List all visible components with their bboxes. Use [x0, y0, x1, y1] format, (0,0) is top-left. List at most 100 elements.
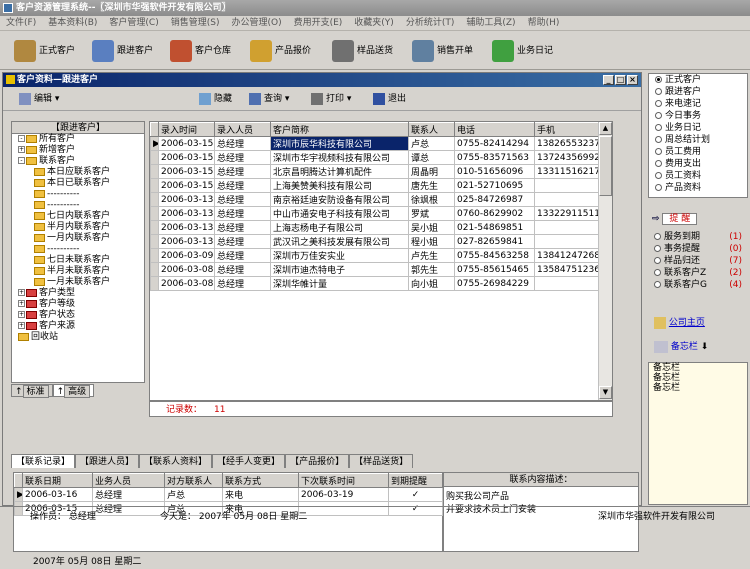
menu-item-8[interactable]: 辅助工具(Z) — [460, 16, 521, 31]
expand-icon[interactable]: + — [18, 322, 25, 329]
table-cell[interactable]: 2006-03-19 — [298, 487, 389, 502]
table-cell[interactable]: 13322911511 — [534, 206, 601, 221]
table-cell[interactable]: 吴小姐 — [408, 220, 455, 235]
tree-node[interactable]: ---------- — [12, 200, 144, 211]
tree-node[interactable]: + 新增客户 — [12, 145, 144, 156]
table-cell[interactable] — [534, 234, 601, 249]
tree-node[interactable]: - 联系客户 — [12, 156, 144, 167]
company-home-link[interactable]: 公司主页 — [654, 316, 705, 330]
radio-option[interactable]: 费用支出 — [649, 158, 747, 170]
table-cell[interactable]: 0755-84563258 — [454, 248, 535, 263]
table-cell[interactable]: 2006-03-13 — [158, 220, 215, 235]
column-header[interactable]: 电话 — [454, 122, 535, 137]
scroll-thumb[interactable] — [599, 136, 612, 196]
table-cell[interactable]: 2006-03-13 — [158, 234, 215, 249]
radio-option[interactable]: 今日事务 — [649, 110, 747, 122]
table-cell[interactable]: 13826553237 — [534, 136, 601, 151]
table-cell[interactable]: 武汉讯之美科技发展有限公司 — [270, 234, 409, 249]
collapse-icon[interactable]: - — [18, 135, 25, 142]
table-cell[interactable]: 郭先生 — [408, 262, 455, 277]
table-cell[interactable]: 0755-26984229 — [454, 276, 535, 291]
exit-button[interactable]: 退出 — [373, 91, 406, 107]
table-cell[interactable]: 卢总 — [164, 487, 223, 502]
column-header[interactable]: 业务人员 — [92, 473, 165, 488]
tree-node[interactable]: + 客户等级 — [12, 299, 144, 310]
tree-node[interactable]: 七日未联系客户 — [12, 255, 144, 266]
column-header[interactable]: 录入人员 — [214, 122, 271, 137]
toolbar-button-5[interactable]: 销售开单 — [412, 37, 473, 65]
column-header[interactable]: 下次联系时间 — [298, 473, 389, 488]
tree-node[interactable]: 一月内联系客户 — [12, 233, 144, 244]
tree-node[interactable]: + 客户类型 — [12, 288, 144, 299]
table-cell[interactable]: 唐先生 — [408, 178, 455, 193]
menu-item-1[interactable]: 基本资料(B) — [42, 16, 103, 31]
table-cell[interactable]: 向小姐 — [408, 276, 455, 291]
reminder-item[interactable]: 联系客户G (4) — [648, 279, 748, 291]
expand-icon[interactable]: + — [18, 289, 25, 296]
tree-node[interactable]: 本日已联系客户 — [12, 178, 144, 189]
menu-item-4[interactable]: 办公管理(O) — [225, 16, 287, 31]
table-row[interactable]: 2006-03-13 总经理 武汉讯之美科技发展有限公司 程小姐 027-8265984… — [150, 234, 601, 249]
radio-option[interactable]: 跟进客户 — [649, 86, 747, 98]
radio-option[interactable]: 员工费用 — [649, 146, 747, 158]
table-cell[interactable]: 总经理 — [214, 234, 271, 249]
table-cell[interactable]: 0755-85615465 — [454, 262, 535, 277]
table-cell[interactable]: 周晶明 — [408, 164, 455, 179]
print-button[interactable]: 打印 ▾ — [311, 91, 351, 107]
table-cell[interactable]: 总经理 — [92, 487, 165, 502]
table-row[interactable]: ▶2006-03-15总经理深圳市辰华科技有限公司卢总0755-82414294… — [150, 136, 601, 151]
tree-node[interactable]: 半月未联系客户 — [12, 266, 144, 277]
table-cell[interactable]: 010-51656096 — [454, 164, 535, 179]
table-cell[interactable]: 深圳市迪杰特电子 — [270, 262, 409, 277]
table-cell[interactable]: 总经理 — [214, 178, 271, 193]
menu-item-0[interactable]: 文件(F) — [0, 16, 42, 31]
tab-detail-3[interactable]: 【经手人变更】 — [212, 454, 286, 468]
expand-icon[interactable]: + — [18, 311, 25, 318]
table-row[interactable]: 2006-03-13 总经理 南京裕廷迪安防设备有限公司 徐飒根 025-8472698… — [150, 192, 601, 207]
memo-board[interactable]: 备忘栏 备忘栏 备忘栏 — [648, 362, 748, 505]
table-cell[interactable]: 027-82659841 — [454, 234, 535, 249]
table-cell[interactable]: 025-84726987 — [454, 192, 535, 207]
table-row[interactable]: 2006-03-09 总经理 深圳市万佳安实业 卢先生 0755-84563258 138… — [150, 248, 601, 263]
table-cell[interactable]: 13311516217 — [534, 164, 601, 179]
reminder-item[interactable]: 样品归还 (7) — [648, 255, 748, 267]
table-cell[interactable] — [534, 276, 601, 291]
radio-option[interactable]: 正式客户 — [649, 74, 747, 86]
tree-node[interactable]: 本日应联系客户 — [12, 167, 144, 178]
tab-advanced[interactable]: ↑ 高级 — [52, 384, 95, 398]
expand-icon[interactable]: + — [18, 300, 25, 307]
memo-toggle[interactable]: 备忘栏 ⬇ — [654, 340, 708, 354]
tab-detail-5[interactable]: 【样品送货】 — [349, 454, 414, 468]
table-cell[interactable]: 深圳市万佳安实业 — [270, 248, 409, 263]
grid-scrollbar[interactable]: ▲ ▼ — [598, 122, 612, 400]
tree-node[interactable]: - 所有客户 — [12, 134, 144, 145]
table-cell[interactable]: 2006-03-15 — [158, 136, 215, 151]
close-button[interactable]: × — [627, 75, 638, 85]
table-cell[interactable]: 2006-03-15 — [158, 178, 215, 193]
table-cell[interactable]: 2006-03-08 — [158, 276, 215, 291]
table-cell[interactable]: 卢总 — [408, 136, 455, 151]
query-button[interactable]: 查询 ▾ — [249, 91, 289, 107]
tab-detail-4[interactable]: 【产品报价】 — [285, 454, 350, 468]
table-row[interactable]: 2006-03-15 总经理 上海美赞美科技有限公司 唐先生 021-52710695 — [150, 178, 601, 193]
table-cell[interactable] — [534, 192, 601, 207]
table-cell[interactable]: 13841247268 — [534, 248, 601, 263]
table-row[interactable]: 2006-03-08 总经理 深圳华帷计量 向小姐 0755-26984229 — [150, 276, 601, 291]
table-cell[interactable]: 徐飒根 — [408, 192, 455, 207]
table-cell[interactable]: 总经理 — [214, 206, 271, 221]
table-cell[interactable]: 021-52710695 — [454, 178, 535, 193]
table-cell[interactable]: 程小姐 — [408, 234, 455, 249]
maximize-button[interactable]: □ — [615, 75, 626, 85]
radio-option[interactable]: 员工资料 — [649, 170, 747, 182]
reminder-item[interactable]: 事务提醒 (0) — [648, 243, 748, 255]
column-header[interactable]: 联系日期 — [22, 473, 93, 488]
table-cell[interactable]: 总经理 — [214, 276, 271, 291]
menu-item-9[interactable]: 帮助(H) — [522, 16, 566, 31]
table-cell[interactable]: 深圳市华宇视频科技有限公司 — [270, 150, 409, 165]
table-row[interactable]: 2006-03-15 总经理 深圳市华宇视频科技有限公司 谭总 0755-8357156… — [150, 150, 601, 165]
radio-option[interactable]: 产品资料 — [649, 182, 747, 194]
tree-node[interactable]: 一月未联系客户 — [12, 277, 144, 288]
menu-item-5[interactable]: 费用开支(E) — [288, 16, 349, 31]
table-cell[interactable]: 2006-03-08 — [158, 262, 215, 277]
tree-node[interactable]: + 客户状态 — [12, 310, 144, 321]
